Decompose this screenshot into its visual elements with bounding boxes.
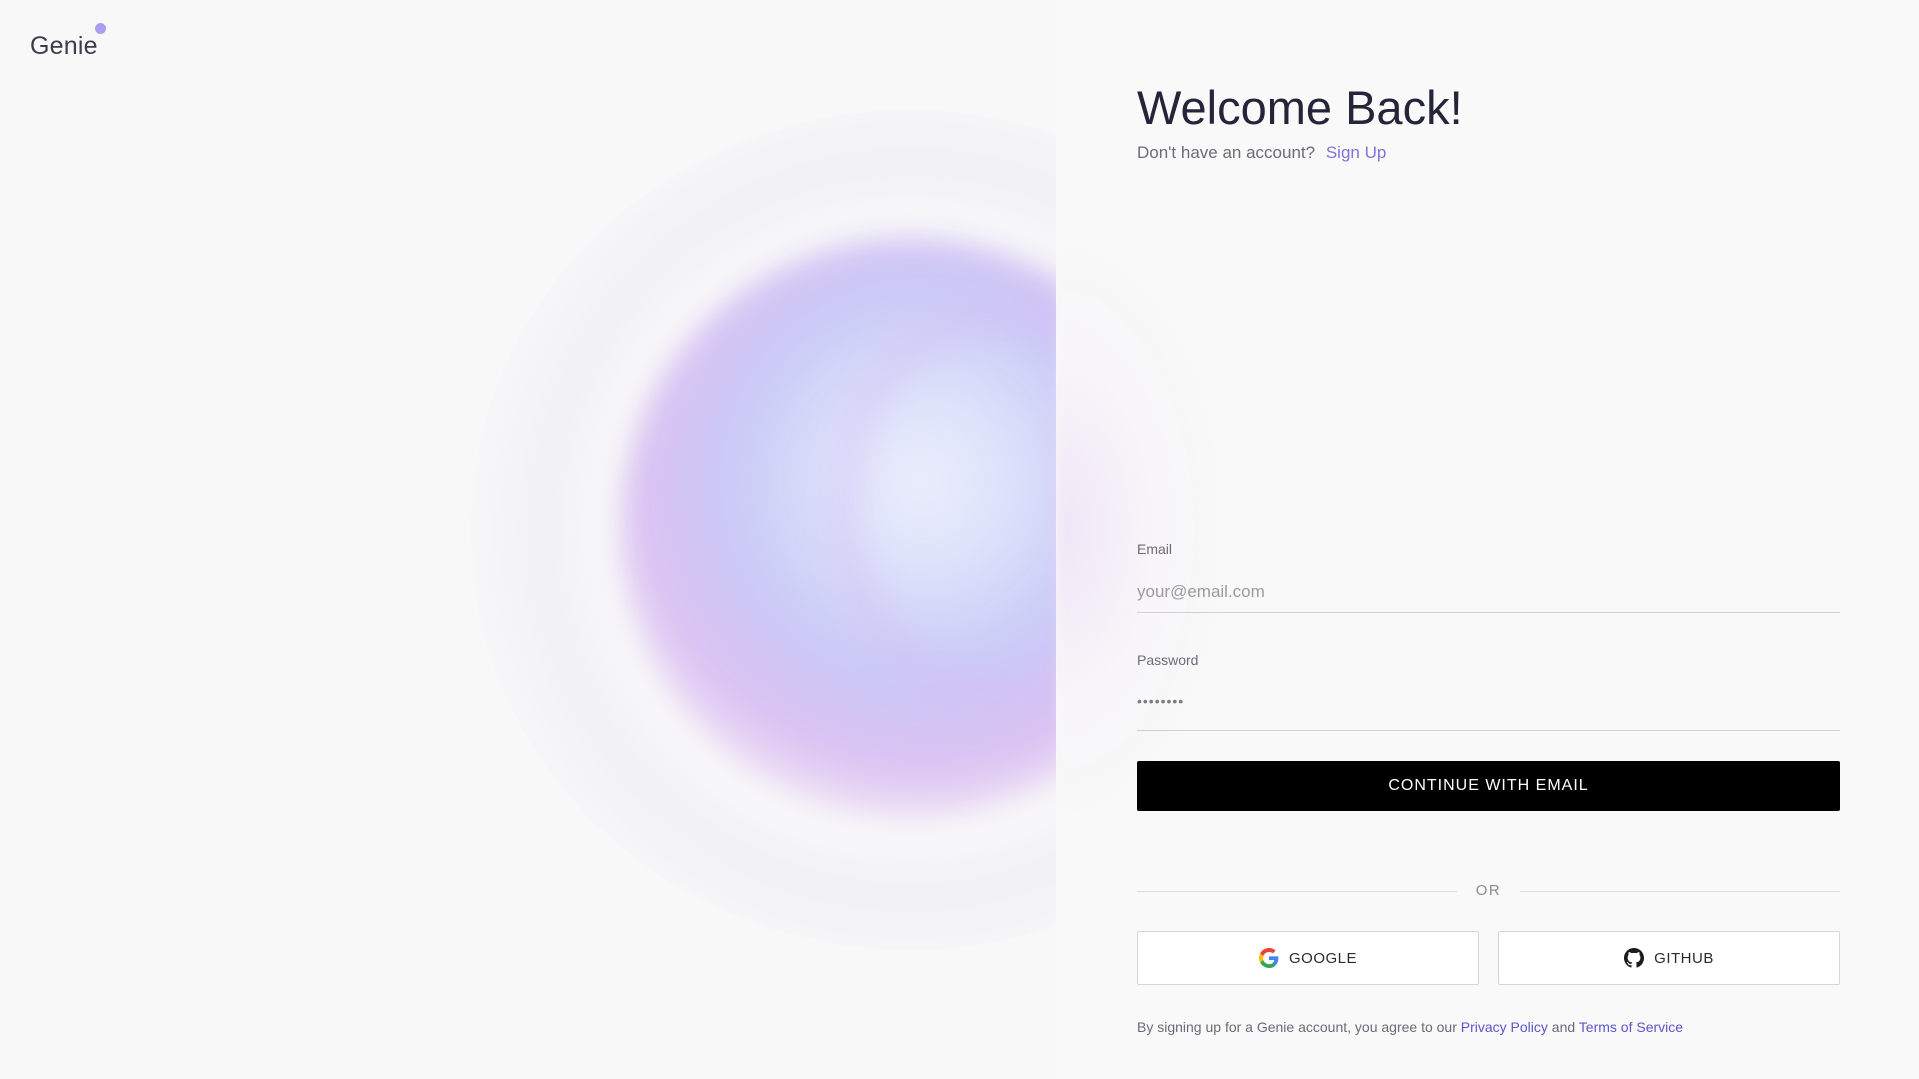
hero-panel bbox=[0, 0, 1056, 1079]
legal-conjunction: and bbox=[1551, 1019, 1576, 1035]
continue-with-email-button[interactable]: CONTINUE WITH EMAIL bbox=[1137, 761, 1840, 811]
login-page: Genie Welcome Back! Don't have an accoun… bbox=[0, 0, 1919, 1079]
google-icon bbox=[1258, 948, 1279, 968]
signup-link[interactable]: Sign Up bbox=[1326, 143, 1386, 162]
github-button-label: GITHUB bbox=[1654, 949, 1714, 967]
password-field[interactable] bbox=[1137, 690, 1840, 731]
or-divider: OR bbox=[1137, 882, 1840, 902]
google-signin-button[interactable]: GOOGLE bbox=[1137, 931, 1479, 985]
github-signin-button[interactable]: GITHUB bbox=[1498, 931, 1840, 985]
email-field[interactable] bbox=[1137, 572, 1840, 613]
github-icon bbox=[1624, 948, 1645, 968]
terms-of-service-link[interactable]: Terms of Service bbox=[1579, 1019, 1683, 1035]
legal-prefix: By signing up for a Genie account, you a… bbox=[1137, 1019, 1457, 1035]
signup-prompt: Don't have an account? Sign Up bbox=[1137, 143, 1386, 163]
brand-logo[interactable]: Genie bbox=[30, 32, 98, 61]
page-title: Welcome Back! bbox=[1137, 81, 1463, 134]
password-label: Password bbox=[1137, 652, 1199, 668]
brand-logo-dot bbox=[95, 23, 106, 34]
legal-notice: By signing up for a Genie account, you a… bbox=[1137, 1019, 1683, 1035]
email-label: Email bbox=[1137, 541, 1173, 557]
divider-line-right bbox=[1520, 891, 1840, 892]
google-button-label: GOOGLE bbox=[1288, 949, 1358, 967]
signup-prompt-text: Don't have an account? bbox=[1137, 143, 1316, 162]
privacy-policy-link[interactable]: Privacy Policy bbox=[1461, 1019, 1548, 1035]
